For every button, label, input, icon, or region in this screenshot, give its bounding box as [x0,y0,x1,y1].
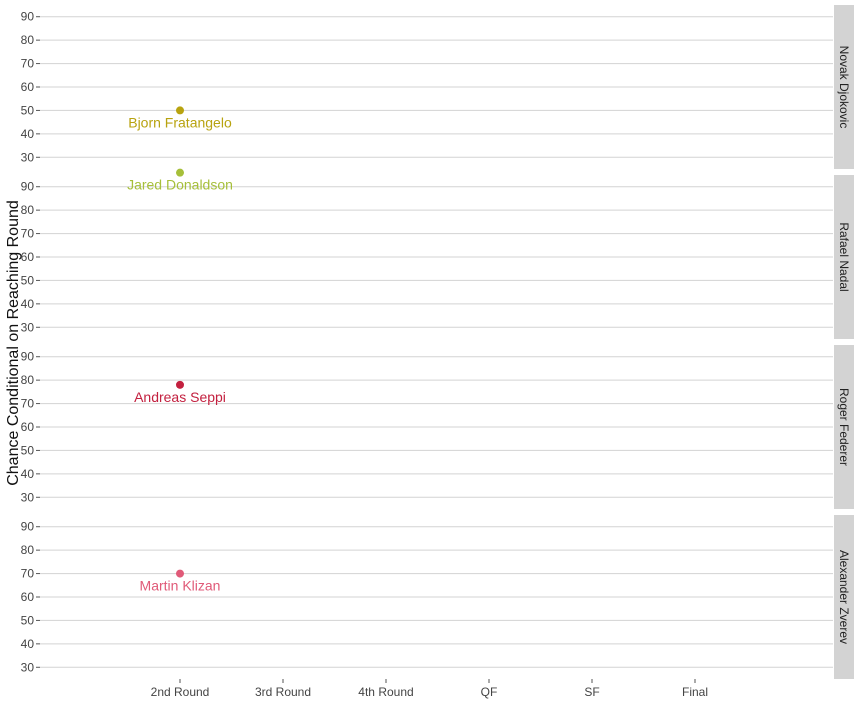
y-tick-label: 60 [21,80,35,94]
point-label: Andreas Seppi [134,389,226,405]
y-tick-label: 70 [21,397,35,411]
x-axis: 2nd Round 3rd Round 4th Round QF SF Final [151,679,708,699]
x-tick-label: QF [481,685,498,699]
point-label: Bjorn Fratangelo [128,114,232,130]
data-point [176,168,184,177]
y-tick-label: 40 [21,637,35,651]
y-tick-label: 30 [21,320,35,334]
y-tick-label: 70 [21,57,35,71]
y-tick-label: 50 [21,273,35,287]
x-tick-label: 3rd Round [255,685,311,699]
y-tick-label: 40 [21,467,35,481]
y-axis-label: Chance Conditional on Reaching Round [5,200,22,486]
y-tick-label: 60 [21,420,35,434]
y-tick-label: 40 [21,127,35,141]
x-tick-label: 4th Round [358,685,413,699]
y-tick-label: 80 [21,373,35,387]
y-tick-label: 30 [21,660,35,674]
y-tick-label: 70 [21,567,35,581]
point-label: Jared Donaldson [127,177,233,193]
x-tick-label: SF [584,685,599,699]
faceted-chart: Chance Conditional on Reaching Round 30 4… [5,5,854,699]
y-tick-label: 90 [21,350,35,364]
facet-strip-label: Rafael Nadal [837,222,851,291]
y-tick-label: 80 [21,203,35,217]
y-tick-label: 70 [21,227,35,241]
point-label: Martin Klizan [140,578,221,594]
data-point [176,380,184,389]
y-tick-label: 60 [21,590,35,604]
y-tick-label: 50 [21,103,35,117]
facet-panel: 30 40 50 60 70 80 90 Alexander Zverev Martin Kli… [21,515,854,679]
facet-panel: 30 40 50 60 70 80 90 Roger Federer Andreas Seppi [21,345,854,509]
y-tick-label: 30 [21,150,35,164]
facet-panels: 30 40 50 60 70 80 90 Novak Djokovic Bjorn Fratan… [21,5,854,679]
data-point [176,569,184,578]
facet-strip-label: Alexander Zverev [837,550,851,644]
x-tick-label: Final [682,685,708,699]
y-tick-label: 90 [21,520,35,534]
x-tick-label: 2nd Round [151,685,210,699]
y-tick-label: 30 [21,490,35,504]
y-tick-label: 90 [21,10,35,24]
facet-strip-label: Roger Federer [837,388,851,466]
y-tick-label: 60 [21,250,35,264]
y-tick-label: 80 [21,543,35,557]
facet-strip-label: Novak Djokovic [837,46,851,129]
facet-panel: 30 40 50 60 70 80 90 Rafael Nadal Jared Donaldso… [21,168,854,339]
y-tick-label: 80 [21,33,35,47]
facet-panel: 30 40 50 60 70 80 90 Novak Djokovic Bjorn Fratan… [21,5,854,169]
y-tick-label: 50 [21,613,35,627]
y-tick-label: 50 [21,443,35,457]
y-tick-label: 40 [21,297,35,311]
y-tick-label: 90 [21,180,35,194]
data-point [176,106,184,115]
